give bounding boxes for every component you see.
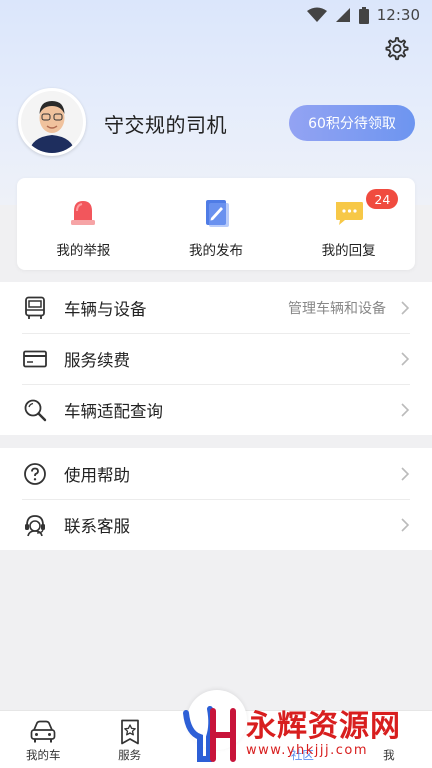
menu-label-customer-service: 联系客服 (64, 516, 130, 536)
menu-item-vehicles-devices[interactable]: 车辆与设备 管理车辆和设备 (0, 282, 432, 333)
tab-my-car[interactable]: 我的车 (0, 711, 86, 768)
gear-icon (385, 37, 409, 61)
chat-bubble-icon (335, 202, 363, 225)
my-replies-button[interactable]: 我的回复 24 (282, 178, 415, 270)
menu-item-vehicle-compatibility[interactable]: 车辆适配查询 (0, 384, 432, 435)
bus-icon (23, 296, 47, 320)
customer-service-icon (23, 513, 47, 537)
status-time: 12:30 (376, 6, 420, 24)
yh-logo (183, 706, 236, 762)
menu-label-help: 使用帮助 (64, 465, 130, 485)
card-icon (23, 347, 47, 371)
wifi-icon (306, 7, 327, 22)
alarm-light-icon (71, 201, 96, 225)
status-bar: 12:30 (0, 0, 432, 30)
claim-points-button[interactable]: 60积分待领取 (289, 105, 415, 141)
menu-label-vehicles-devices: 车辆与设备 (64, 299, 147, 319)
my-posts-button[interactable]: 我的发布 (150, 178, 283, 270)
tab-label-service: 服务 (118, 748, 142, 762)
signal-icon (335, 8, 350, 22)
edit-document-icon (206, 200, 229, 227)
tab-service[interactable]: 服务 (86, 711, 172, 768)
watermark-url: www.yhkjjj.com (246, 742, 369, 758)
my-reports-label: 我的举报 (56, 243, 111, 259)
battery-icon (358, 6, 369, 24)
service-star-icon (120, 719, 139, 745)
my-posts-label: 我的发布 (189, 243, 243, 259)
car-icon (30, 720, 56, 743)
menu-group-support: 使用帮助 联系客服 (0, 448, 432, 550)
menu-item-help[interactable]: 使用帮助 (0, 448, 432, 499)
unread-badge: 24 (366, 189, 399, 209)
settings-button[interactable] (382, 35, 410, 63)
user-photo-icon (21, 91, 83, 153)
my-reports-button[interactable]: 我的举报 (17, 178, 150, 270)
menu-group-vehicle: 车辆与设备 管理车辆和设备 服务续费 车辆适配查询 (0, 282, 432, 435)
tab-label-my-car: 我的车 (25, 748, 61, 762)
menu-label-service-renewal: 服务续费 (64, 350, 130, 370)
menu-sub-manage-vehicles: 管理车辆和设备 (288, 300, 386, 317)
menu-label-vehicle-compatibility: 车辆适配查询 (64, 401, 163, 421)
chevron-right-icon (401, 402, 410, 417)
watermark-overlay: 永辉资源网 www.yhkjjj.com (182, 700, 432, 768)
chevron-right-icon (401, 351, 410, 366)
chevron-right-icon (401, 300, 410, 315)
username: 守交规的司机 (104, 113, 227, 137)
my-replies-label: 我的回复 (321, 243, 376, 259)
menu-item-customer-service[interactable]: 联系客服 (0, 499, 432, 550)
avatar[interactable] (18, 88, 86, 156)
search-icon (23, 398, 47, 422)
chevron-right-icon (401, 517, 410, 532)
chevron-right-icon (401, 466, 410, 481)
help-icon (23, 462, 47, 486)
menu-item-service-renewal[interactable]: 服务续费 (0, 333, 432, 384)
quick-actions-card: 我的举报 我的发布 我的回复 24 (17, 178, 415, 270)
watermark-brand: 永辉资源网 (246, 708, 401, 744)
